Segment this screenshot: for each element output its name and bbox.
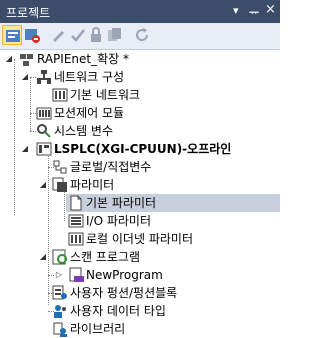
tree-node-label: 사용자 펑션/펑션블록 bbox=[70, 286, 178, 300]
refresh-icon bbox=[136, 28, 149, 42]
tree-node-label: 스캔 프로그램 bbox=[70, 250, 141, 264]
filter-clear-button[interactable] bbox=[22, 25, 42, 45]
lock-icon bbox=[91, 27, 101, 42]
tree-node-plc[interactable]: ◢ LSPLC(XGI-CPUUN)-오프라인 bbox=[0, 140, 280, 158]
refresh-button[interactable] bbox=[132, 25, 152, 45]
tree-node-scan-program[interactable]: ◢ 스캔 프로그램 bbox=[0, 248, 280, 266]
wrench-icon bbox=[53, 31, 64, 42]
lock-button[interactable] bbox=[86, 25, 106, 45]
filter-clear-icon bbox=[25, 29, 40, 43]
tree-node-label: RAPIEnet_확장 * bbox=[37, 52, 130, 66]
module-icon bbox=[36, 107, 52, 120]
ethernet-icon bbox=[68, 232, 84, 246]
project-icon bbox=[20, 54, 33, 66]
tree-node-label: 사용자 데이터 타입 bbox=[70, 304, 166, 318]
tree-node-library[interactable]: 라이브러리 bbox=[0, 320, 280, 338]
copy-button[interactable] bbox=[104, 25, 124, 45]
dropdown-icon[interactable]: ▾ bbox=[233, 4, 239, 17]
expand-icon[interactable]: ▷ bbox=[54, 266, 64, 284]
collapse-icon[interactable]: ◢ bbox=[38, 176, 48, 194]
project-view-icon bbox=[6, 30, 20, 42]
parameter-folder-icon bbox=[52, 177, 67, 192]
user-type-icon bbox=[54, 305, 66, 318]
tree-node-label: NewProgram bbox=[86, 268, 163, 282]
copy-icon bbox=[108, 28, 121, 41]
tree-node-basic-network[interactable]: 기본 네트워크 bbox=[0, 86, 280, 104]
tree-node-user-data-type[interactable]: 사용자 데이터 타입 bbox=[0, 302, 280, 320]
tree-node-network-config[interactable]: ◢ 네트워크 구성 bbox=[0, 68, 280, 86]
collapse-icon[interactable]: ◢ bbox=[20, 140, 30, 158]
tree-node-basic-params[interactable]: 기본 파라미터 bbox=[66, 194, 280, 212]
tree-node-label: LSPLC(XGI-CPUUN)-오프라인 bbox=[54, 142, 232, 156]
network-table-icon bbox=[52, 88, 68, 102]
wrench-button[interactable] bbox=[48, 25, 68, 45]
tree-node-newprogram[interactable]: ▷ NewProgram bbox=[0, 266, 280, 284]
library-icon bbox=[53, 322, 67, 337]
project-tree: ◢ RAPIEnet_확장 * ◢ 네트워크 구성 기본 네트워크 모션제어 모… bbox=[0, 50, 280, 337]
plc-icon bbox=[36, 142, 52, 156]
scan-program-icon bbox=[52, 249, 67, 265]
system-var-icon bbox=[37, 124, 51, 138]
close-icon[interactable]: × bbox=[265, 2, 276, 17]
tree-node-label: 라이브러리 bbox=[70, 322, 126, 336]
tree-node-label: I/O 파라미터 bbox=[86, 214, 152, 228]
tree-node-root[interactable]: ◢ RAPIEnet_확장 * bbox=[0, 50, 280, 68]
ld-program-icon bbox=[69, 267, 84, 282]
check-button[interactable] bbox=[68, 25, 88, 45]
tree-node-local-ethernet[interactable]: 로컬 이더넷 파라미터 bbox=[0, 230, 280, 248]
collapse-icon[interactable]: ◢ bbox=[4, 50, 14, 68]
check-icon bbox=[71, 29, 85, 42]
panel-title: 프로젝트 bbox=[6, 6, 51, 20]
tree-node-label: 파라미터 bbox=[70, 178, 115, 192]
function-block-icon bbox=[52, 285, 67, 300]
project-toolbar bbox=[0, 23, 280, 50]
tree-node-params[interactable]: ◢ 파라미터 bbox=[0, 176, 280, 194]
tree-node-user-function[interactable]: 사용자 펑션/펑션블록 bbox=[0, 284, 280, 302]
tree-node-label: 로컬 이더넷 파라미터 bbox=[86, 232, 193, 246]
io-table-icon bbox=[68, 214, 84, 228]
tree-node-label: 네트워크 구성 bbox=[54, 70, 125, 84]
tree-node-globals[interactable]: 글로벌/직접변수 bbox=[0, 158, 280, 176]
tree-node-label: 기본 네트워크 bbox=[70, 88, 141, 102]
panel-titlebar: 프로젝트 ▾ ᅲ × bbox=[0, 0, 280, 23]
tree-node-io-params[interactable]: I/O 파라미터 bbox=[0, 212, 280, 230]
tree-node-label: 글로벌/직접변수 bbox=[70, 160, 152, 174]
global-vars-icon bbox=[53, 160, 67, 174]
tree-node-label: 기본 파라미터 bbox=[86, 196, 157, 210]
collapse-icon[interactable]: ◢ bbox=[20, 68, 30, 86]
project-view-button[interactable] bbox=[2, 25, 22, 45]
pin-icon[interactable]: ᅲ bbox=[249, 4, 259, 20]
network-icon bbox=[37, 70, 51, 84]
tree-node-system-vars[interactable]: 시스템 변수 bbox=[0, 122, 280, 140]
tree-node-label: 시스템 변수 bbox=[54, 124, 114, 138]
document-icon bbox=[70, 195, 82, 211]
collapse-icon[interactable]: ◢ bbox=[38, 248, 48, 266]
tree-node-label: 모션제어 모듈 bbox=[54, 106, 125, 120]
tree-node-motion[interactable]: 모션제어 모듈 bbox=[0, 104, 280, 122]
